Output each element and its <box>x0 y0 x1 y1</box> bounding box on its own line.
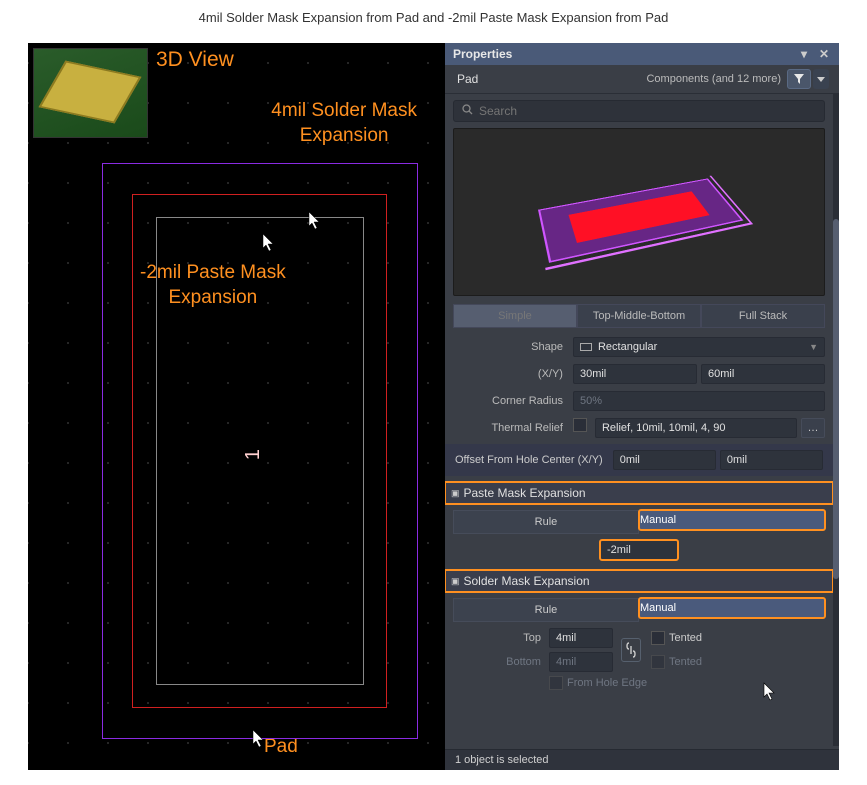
solder-bottom-label: Bottom <box>453 656 541 668</box>
collapse-icon: ▣ <box>451 576 460 587</box>
tab-full-stack[interactable]: Full Stack <box>701 304 825 328</box>
corner-radius-input: 50% <box>573 391 825 411</box>
chevron-down-icon: ▼ <box>809 342 818 352</box>
x-input[interactable]: 30mil <box>573 364 697 384</box>
search-input-row <box>453 100 825 122</box>
status-bar: 1 object is selected <box>445 749 839 770</box>
search-icon <box>462 104 473 118</box>
link-top-bottom-button[interactable] <box>621 638 641 662</box>
panel-header: Properties ▾ ✕ <box>445 43 839 65</box>
offset-y-input[interactable]: 0mil <box>720 450 823 470</box>
panel-title: Properties <box>453 47 512 61</box>
xy-label: (X/Y) <box>453 368 573 380</box>
tab-top-middle-bottom[interactable]: Top-Middle-Bottom <box>577 304 701 328</box>
object-type: Pad <box>457 72 478 86</box>
tab-simple[interactable]: Simple <box>453 304 577 328</box>
thermal-relief-edit-button[interactable]: … <box>801 418 825 438</box>
paste-mask-mode-toggle: Rule Manual <box>453 510 825 534</box>
filter-button[interactable] <box>787 69 811 89</box>
solder-bottom-tented-checkbox <box>651 655 665 669</box>
label-pad: Pad <box>264 736 298 758</box>
object-scope: Components (and 12 more) <box>646 73 781 85</box>
paste-manual-button[interactable]: Manual <box>639 510 825 530</box>
shape-select[interactable]: Rectangular ▼ <box>573 337 825 357</box>
shape-value: Rectangular <box>598 341 657 353</box>
search-input[interactable] <box>479 104 816 118</box>
link-icon <box>626 642 636 658</box>
solder-rule-button[interactable]: Rule <box>453 598 639 622</box>
solder-bottom-input: 4mil <box>549 652 613 672</box>
paste-rule-button[interactable]: Rule <box>453 510 639 534</box>
thermal-relief-value[interactable]: Relief, 10mil, 10mil, 4, 90 <box>595 418 797 438</box>
solder-top-bottom-grid: Top 4mil Tented Bottom 4mil Tented <box>453 628 825 672</box>
solder-mask-header-text: Solder Mask Expansion <box>463 574 589 588</box>
filter-dropdown-button[interactable] <box>813 69 829 89</box>
solder-top-label: Top <box>453 632 541 644</box>
label-solder-expansion: 4mil Solder Mask Expansion <box>271 99 417 148</box>
solder-top-input[interactable]: 4mil <box>549 628 613 648</box>
scrollbar-track[interactable] <box>833 99 839 746</box>
preview-shape <box>538 178 743 262</box>
properties-panel: Properties ▾ ✕ Pad Components (and 12 mo… <box>445 43 839 770</box>
solder-mask-section-header[interactable]: ▣ Solder Mask Expansion <box>445 570 833 592</box>
shape-label: Shape <box>453 341 573 353</box>
y-input[interactable]: 60mil <box>701 364 825 384</box>
thermal-relief-checkbox[interactable] <box>573 418 587 432</box>
shape-select-icon <box>580 343 592 351</box>
close-icon[interactable]: ✕ <box>817 47 831 61</box>
scrollbar-thumb[interactable] <box>833 219 839 579</box>
offset-row: Offset From Hole Center (X/Y) 0mil 0mil <box>445 444 833 476</box>
pad-designator: 1 <box>242 449 265 460</box>
thumbnail-3d[interactable] <box>33 48 148 138</box>
solder-manual-button[interactable]: Manual <box>639 598 825 618</box>
pin-icon[interactable]: ▾ <box>797 47 811 61</box>
paste-expansion-input[interactable]: -2mil <box>600 540 678 560</box>
label-3d-view: 3D View <box>156 48 234 72</box>
offset-label: Offset From Hole Center (X/Y) <box>455 454 603 466</box>
thermal-relief-label: Thermal Relief <box>453 422 573 434</box>
solder-top-tented-checkbox[interactable] <box>651 631 665 645</box>
solder-top-tented-row: Tented <box>651 631 825 645</box>
solder-top-tented-label: Tented <box>669 632 702 644</box>
paste-mask-header-text: Paste Mask Expansion <box>463 486 585 500</box>
thumbnail-pad-shape <box>39 61 142 124</box>
from-hole-edge-checkbox <box>549 676 563 690</box>
solder-mask-mode-toggle: Rule Manual <box>453 598 825 622</box>
collapse-icon: ▣ <box>451 488 460 499</box>
funnel-icon <box>793 73 805 85</box>
corner-radius-label: Corner Radius <box>453 395 573 407</box>
paste-mask-section-header[interactable]: ▣ Paste Mask Expansion <box>445 482 833 504</box>
pad-3d-preview[interactable] <box>453 128 825 296</box>
solder-bottom-tented-row: Tented <box>651 655 825 669</box>
from-hole-edge-label: From Hole Edge <box>567 677 647 689</box>
offset-x-input[interactable]: 0mil <box>613 450 716 470</box>
solder-bottom-tented-label: Tented <box>669 656 702 668</box>
from-hole-edge-row: From Hole Edge <box>549 676 825 690</box>
chevron-down-icon <box>817 77 825 82</box>
object-scope-row: Pad Components (and 12 more) <box>445 65 839 94</box>
pcb-2d-view[interactable]: 3D View 4mil Solder Mask Expansion -2mil… <box>28 43 445 770</box>
page-title: 4mil Solder Mask Expansion from Pad and … <box>0 0 867 43</box>
stack-mode-tabs: Simple Top-Middle-Bottom Full Stack <box>453 304 825 328</box>
